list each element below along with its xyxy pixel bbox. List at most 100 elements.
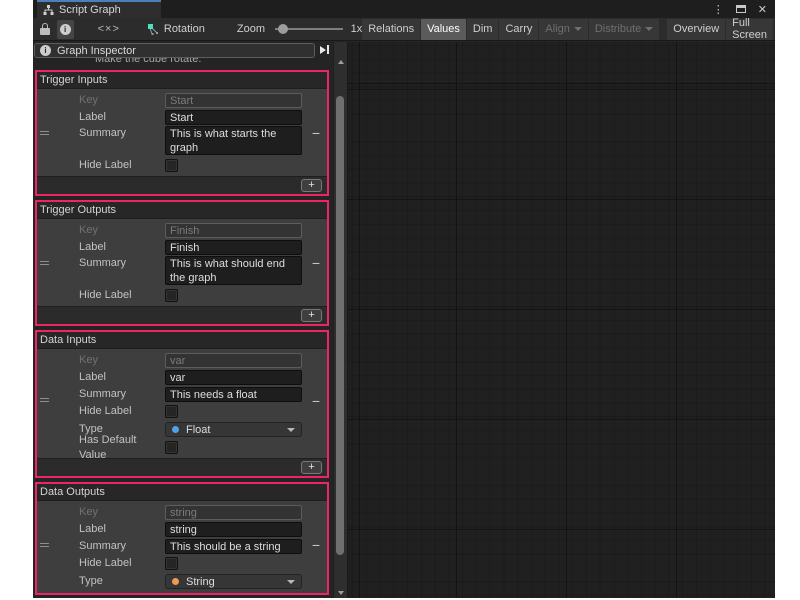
zoom-value: 1x	[351, 23, 363, 35]
graph-canvas[interactable]	[348, 42, 775, 598]
hide-label-label: Hide Label	[79, 556, 165, 571]
graph-inspector-header: i Graph Inspector	[34, 43, 315, 58]
inspector-scrollbar[interactable]	[333, 42, 347, 598]
dim-button[interactable]: Dim	[467, 19, 499, 40]
label-label: Label	[79, 370, 165, 385]
reorder-handle-icon[interactable]	[40, 543, 49, 549]
zoom-slider-handle[interactable]	[278, 24, 288, 34]
graph-breadcrumb[interactable]: Rotation	[148, 23, 205, 35]
type-dropdown[interactable]: Float	[165, 422, 302, 437]
chevron-down-icon	[645, 27, 653, 31]
remove-item-button[interactable]: −	[312, 538, 320, 553]
info-icon: i	[40, 45, 51, 56]
remove-item-button[interactable]: −	[312, 126, 320, 141]
hide-label-label: Hide Label	[79, 404, 165, 419]
chevron-down-icon	[287, 580, 295, 584]
lock-icon[interactable]	[40, 23, 48, 35]
section-title: Trigger Outputs	[37, 202, 327, 219]
close-icon[interactable]: ✕	[758, 3, 767, 16]
section-title: Trigger Inputs	[37, 72, 327, 89]
hide-label-label: Hide Label	[79, 158, 165, 173]
summary-label: Summary	[79, 387, 165, 402]
scrollbar-down-icon[interactable]	[338, 591, 344, 595]
section-data-inputs: Data Inputs Key Label Summary This needs…	[35, 330, 329, 478]
zoom-slider[interactable]	[275, 23, 343, 35]
align-button[interactable]: Align	[539, 19, 587, 40]
scrollbar-thumb[interactable]	[336, 96, 344, 555]
key-label: Key	[79, 223, 165, 238]
section-footer: +	[37, 176, 327, 194]
info-icon: i	[60, 24, 71, 35]
label-field[interactable]	[165, 110, 302, 125]
summary-label: Summary	[79, 539, 165, 554]
carry-button[interactable]: Carry	[499, 19, 538, 40]
label-label: Label	[79, 110, 165, 125]
summary-field[interactable]: This is what starts the graph	[165, 126, 302, 155]
summary-label: Summary	[79, 256, 165, 271]
overview-button[interactable]: Overview	[667, 19, 725, 40]
rotation-label: Rotation	[164, 23, 205, 35]
summary-field[interactable]: This should be a string	[165, 539, 302, 554]
section-data-outputs: Data Outputs Key Label Summary This shou…	[35, 482, 329, 595]
reorder-handle-icon[interactable]	[40, 261, 49, 267]
graph-toolbar: i <×> Rotation Zoom 1x Relations Values …	[33, 18, 775, 41]
graph-node-icon	[148, 24, 159, 35]
key-field	[165, 93, 302, 108]
chevron-down-icon	[287, 428, 295, 432]
add-item-button[interactable]: +	[301, 179, 322, 192]
hide-label-checkbox[interactable]	[165, 289, 178, 302]
section-trigger-outputs: Trigger Outputs Key Label Summary This i…	[35, 200, 329, 326]
full-screen-button[interactable]: Full Screen	[726, 19, 773, 40]
string-type-dot-icon	[172, 578, 179, 585]
chevron-down-icon	[574, 27, 582, 31]
add-item-button[interactable]: +	[301, 461, 322, 474]
graph-inspector-panel: i Graph Inspector Make the cube rotate. …	[33, 42, 348, 598]
key-field	[165, 505, 302, 520]
inspector-toggle-button[interactable]: i	[57, 20, 74, 39]
code-view-icon[interactable]: <×>	[98, 23, 120, 35]
graph-inspector-title: Graph Inspector	[57, 45, 136, 57]
type-value: String	[186, 576, 215, 588]
relations-button[interactable]: Relations	[362, 19, 420, 40]
key-field	[165, 223, 302, 238]
hide-label-checkbox[interactable]	[165, 159, 178, 172]
hide-label-checkbox[interactable]	[165, 557, 178, 570]
maximize-icon[interactable]	[736, 5, 746, 13]
script-graph-icon	[43, 5, 54, 16]
tab-title: Script Graph	[59, 4, 121, 16]
type-dropdown[interactable]: String	[165, 574, 302, 589]
section-footer: +	[37, 458, 327, 476]
add-item-button[interactable]: +	[301, 309, 322, 322]
type-label: Type	[79, 574, 165, 589]
collapse-panel-icon[interactable]	[320, 45, 329, 54]
has-default-value-checkbox[interactable]	[165, 441, 178, 454]
remove-item-button[interactable]: −	[312, 256, 320, 271]
script-graph-window: Script Graph ⋮ ✕ i <×> Rotation Zoom	[33, 0, 775, 598]
key-label: Key	[79, 353, 165, 368]
distribute-button[interactable]: Distribute	[589, 19, 659, 40]
key-label: Key	[79, 93, 165, 108]
summary-label: Summary	[79, 126, 165, 141]
scrollbar-up-icon[interactable]	[338, 60, 344, 64]
summary-field[interactable]: This needs a float	[165, 387, 302, 402]
toolbar-button-group: Relations Values Dim Carry Align Distrib…	[362, 19, 773, 40]
hide-label-label: Hide Label	[79, 288, 165, 303]
type-value: Float	[186, 424, 210, 436]
tab-script-graph[interactable]: Script Graph	[37, 0, 161, 18]
section-trigger-inputs: Trigger Inputs Key Label Summary This is…	[35, 70, 329, 196]
title-bar: Script Graph ⋮ ✕	[33, 0, 775, 18]
section-title: Data Inputs	[37, 332, 327, 349]
graph-description-clipped: Make the cube rotate.	[95, 58, 295, 68]
window-menu-icon[interactable]: ⋮	[713, 3, 724, 16]
section-footer: +	[37, 306, 327, 324]
reorder-handle-icon[interactable]	[40, 131, 49, 137]
values-button[interactable]: Values	[421, 19, 466, 40]
summary-field[interactable]: This is what should end the graph	[165, 256, 302, 285]
hide-label-checkbox[interactable]	[165, 405, 178, 418]
label-field[interactable]	[165, 522, 302, 537]
label-label: Label	[79, 522, 165, 537]
label-field[interactable]	[165, 370, 302, 385]
section-title: Data Outputs	[37, 484, 327, 501]
label-field[interactable]	[165, 240, 302, 255]
key-label: Key	[79, 505, 165, 520]
